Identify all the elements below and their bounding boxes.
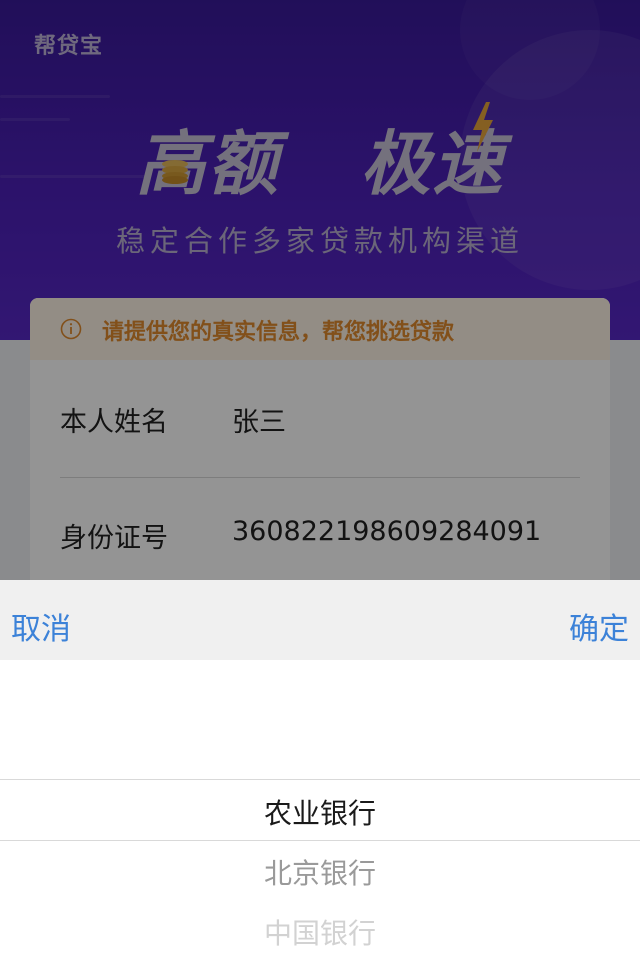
selection-line-top xyxy=(0,779,640,780)
bank-picker-wheel[interactable]: 农业银行 北京银行 中国银行 xyxy=(0,660,640,960)
confirm-button[interactable]: 确定 xyxy=(569,604,629,648)
picker-option[interactable]: 中国银行 xyxy=(0,912,640,952)
picker-option-selected[interactable]: 农业银行 xyxy=(0,792,640,832)
selection-line-bottom xyxy=(0,840,640,841)
modal-overlay[interactable] xyxy=(0,0,640,580)
picker-option[interactable]: 北京银行 xyxy=(0,852,640,892)
picker-toolbar: 取消 确定 xyxy=(0,580,640,660)
page: 帮贷宝 高额 极速 稳定合作多家贷款机构渠道 请提供您的真实信息，帮您挑选贷款 … xyxy=(0,0,640,960)
bank-picker-sheet: 取消 确定 农业银行 北京银行 中国银行 xyxy=(0,580,640,960)
cancel-button[interactable]: 取消 xyxy=(11,604,71,648)
